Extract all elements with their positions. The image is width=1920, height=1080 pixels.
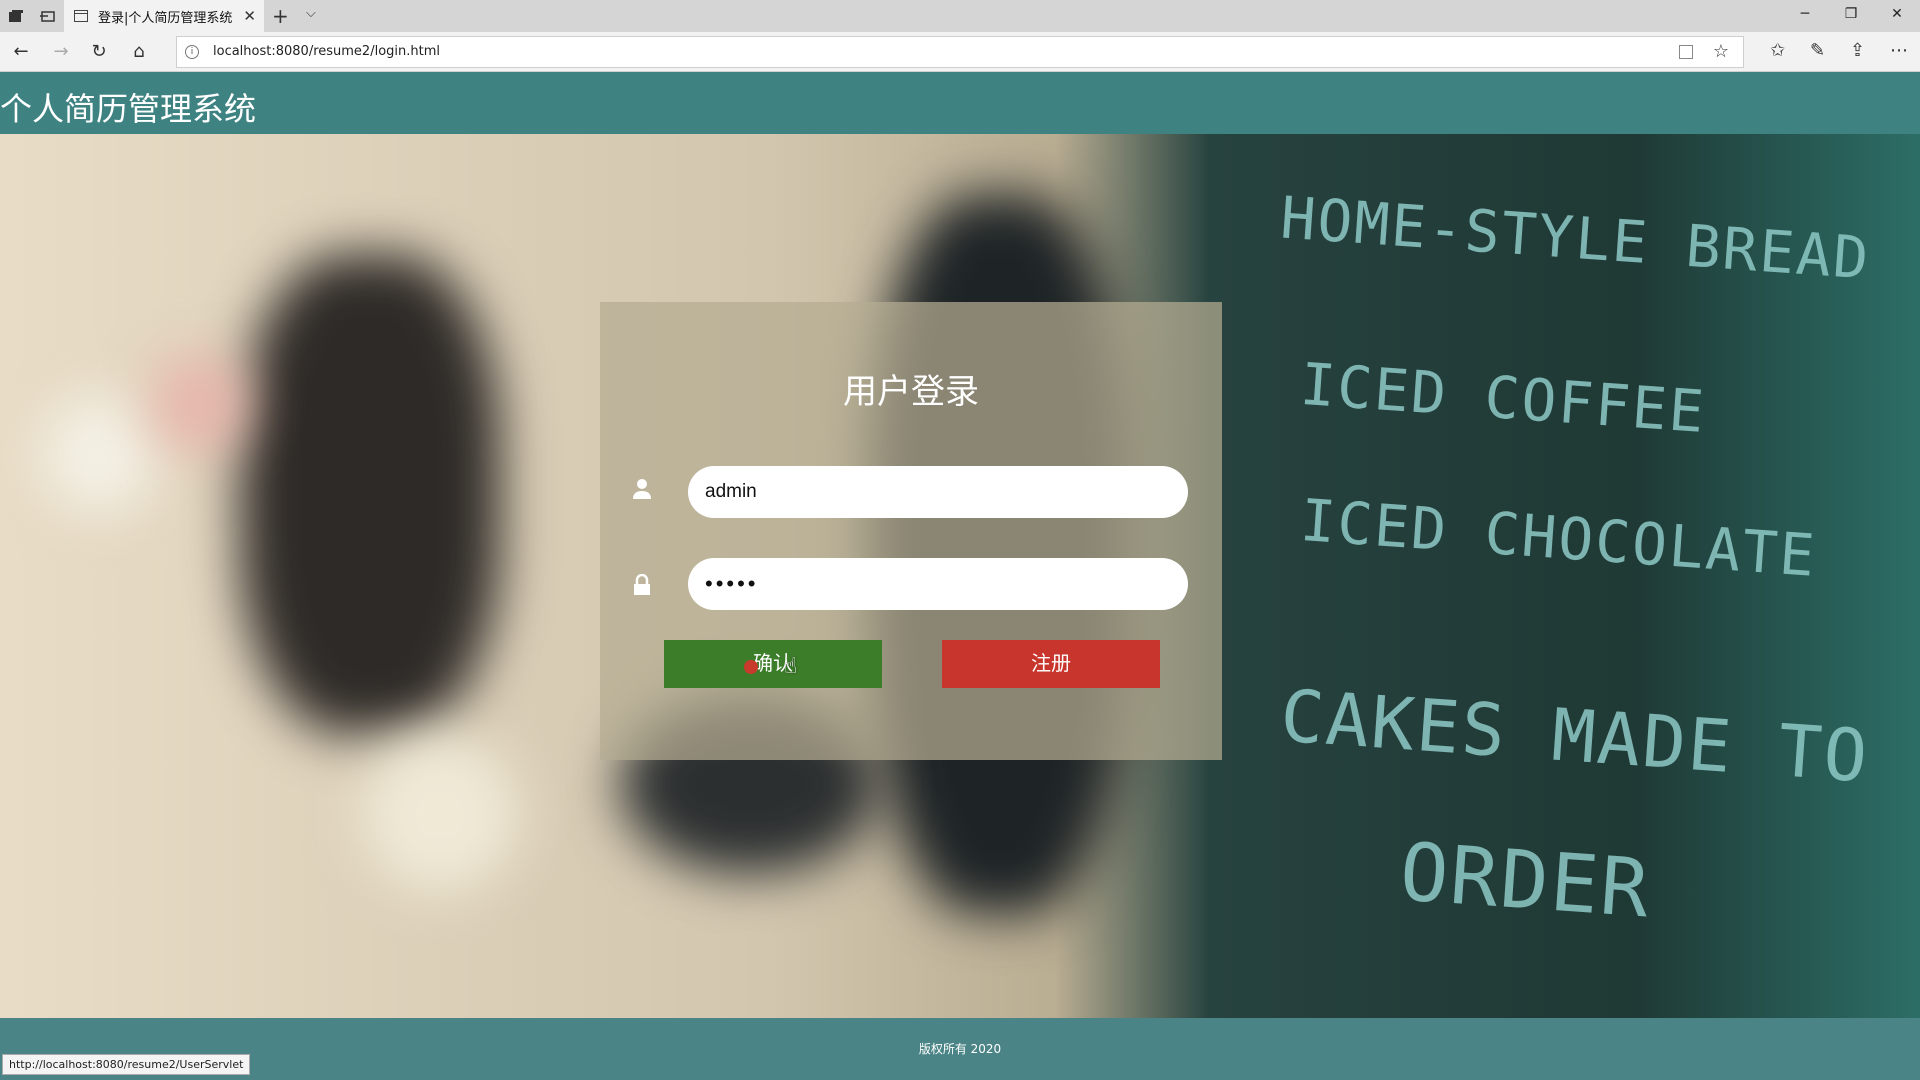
chalkboard-text: ICED CHOCOLATE (1298, 486, 1819, 590)
pen-icon[interactable]: ✎ (1810, 40, 1825, 61)
refresh-icon[interactable]: ↻ (88, 41, 110, 63)
blurred-person (240, 254, 500, 734)
browser-tab-bar: 登录|个人简历管理系统 ✕ + ⌵ ─ ❐ ✕ (0, 0, 1920, 32)
copyright-text: 版权所有 2020 (918, 1042, 1002, 1056)
login-title: 用户登录 (843, 372, 979, 412)
tab-close-icon[interactable]: ✕ (243, 7, 256, 25)
chalkboard-text: ICED COFFEE (1298, 349, 1708, 447)
tab-title: 登录|个人简历管理系统 (98, 10, 233, 26)
username-input[interactable]: admin (688, 466, 1188, 518)
new-tab-icon[interactable]: + (272, 4, 289, 28)
light-bokeh (40, 394, 160, 514)
active-tab[interactable]: 登录|个人简历管理系统 ✕ (64, 0, 264, 32)
reading-view-icon[interactable] (1679, 45, 1693, 59)
share-icon[interactable]: ⇪ (1850, 40, 1865, 61)
page-icon (74, 10, 88, 22)
tab-actions-icon[interactable] (6, 6, 26, 26)
chalkboard-text: CAKES MADE TO (1277, 673, 1872, 799)
login-panel: 用户登录 admin ••••• 确认 注册 (600, 302, 1222, 760)
chalkboard-text: HOME-STYLE BREAD (1278, 183, 1873, 293)
light-bokeh (150, 354, 250, 454)
favorites-icon[interactable]: ✩ (1770, 40, 1785, 61)
light-bokeh (360, 734, 520, 894)
chalkboard-text: ORDER (1397, 825, 1654, 936)
site-footer: 版权所有 2020 (0, 1018, 1920, 1080)
register-button[interactable]: 注册 (942, 640, 1160, 688)
restore-icon[interactable]: ❐ (1836, 6, 1866, 22)
close-window-icon[interactable]: ✕ (1882, 6, 1912, 22)
chevron-down-icon[interactable]: ⌵ (306, 6, 316, 21)
address-bar[interactable]: i localhost:8080/resume2/login.html ☆ (176, 36, 1744, 68)
password-input[interactable]: ••••• (688, 558, 1188, 610)
site-header: 个人简历管理系统 (0, 72, 1920, 134)
hand-cursor-icon: ☝ (784, 654, 798, 679)
user-icon (633, 479, 651, 499)
click-indicator (744, 660, 758, 674)
lock-icon (634, 574, 650, 595)
forward-icon[interactable]: → (50, 41, 72, 63)
favorite-star-icon[interactable]: ☆ (1713, 41, 1729, 62)
back-icon[interactable]: ← (10, 41, 32, 63)
site-title: 个人简历管理系统 (0, 90, 257, 128)
status-bar-url: http://localhost:8080/resume2/UserServle… (2, 1054, 251, 1075)
confirm-button[interactable]: 确认 (664, 640, 882, 688)
more-icon[interactable]: ⋯ (1890, 40, 1908, 61)
site-info-icon[interactable]: i (185, 45, 199, 59)
address-url[interactable]: localhost:8080/resume2/login.html (213, 44, 440, 59)
home-icon[interactable]: ⌂ (128, 41, 150, 63)
set-aside-tabs-icon[interactable] (38, 6, 58, 26)
minimize-icon[interactable]: ─ (1790, 6, 1820, 22)
browser-nav-bar: ← → ↻ ⌂ i localhost:8080/resume2/login.h… (0, 32, 1920, 72)
